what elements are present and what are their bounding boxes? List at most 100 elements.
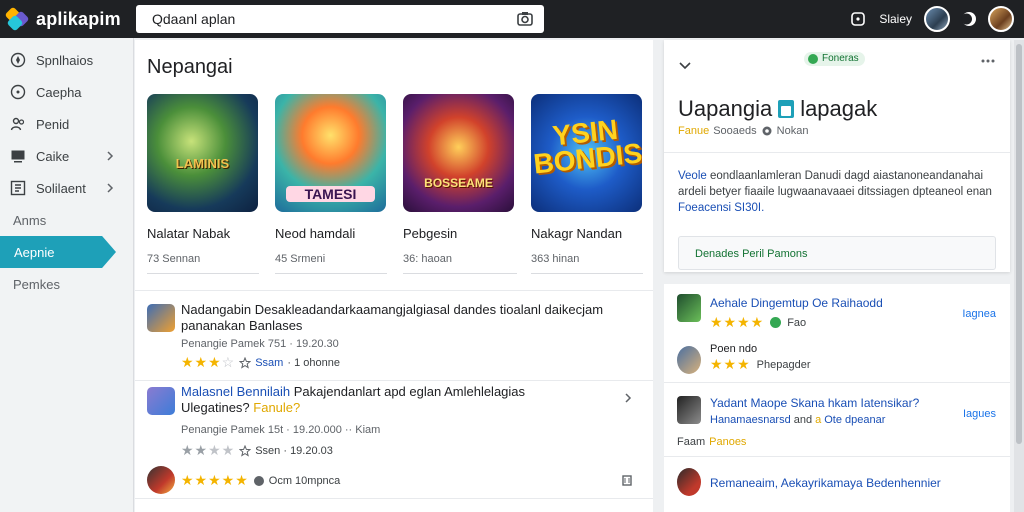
app-card-name[interactable]: Nakagr Nandan: [531, 226, 643, 241]
more-options-icon[interactable]: [980, 58, 996, 64]
rating-stars: ★★★★: [181, 442, 235, 459]
signin-link[interactable]: Slaiey: [879, 12, 912, 26]
list-item-icon: [147, 466, 175, 494]
review-title[interactable]: Remaneaim, Aekayrikamaya Bedenhennier: [710, 476, 1000, 490]
app-card-name[interactable]: Nalatar Nabak: [147, 226, 259, 241]
sidebar-item-label: Solilaent: [36, 180, 86, 196]
scrollbar-thumb[interactable]: [1016, 44, 1022, 444]
app-thumbnail[interactable]: BOSSEAME: [403, 94, 514, 212]
review-action-link[interactable]: Iagues: [963, 408, 996, 420]
star-outline-icon: [239, 444, 252, 457]
settings-icon: [762, 126, 772, 136]
rating-stars: ★★★: [710, 356, 751, 372]
rating-stars: ★★★★: [710, 314, 765, 330]
search-value[interactable]: Qdaanl aplan: [152, 11, 516, 27]
sidebar-item-active[interactable]: Aepnie: [0, 236, 116, 268]
app-logo[interactable]: aplikapim: [4, 6, 124, 32]
review-title[interactable]: Poen ndo: [710, 342, 960, 356]
search-input[interactable]: Qdaanl aplan: [136, 5, 544, 33]
app-mark-icon: [778, 100, 795, 118]
sidebar-item-apps[interactable]: Anms: [0, 204, 133, 236]
monitor-icon: [11, 150, 25, 163]
review-item[interactable]: Aehale Dingemtup Oe Raihaodd ★★★★ Fao Ia…: [664, 294, 1010, 338]
user-avatar[interactable]: [988, 6, 1014, 32]
list-item[interactable]: Malasnel Bennilaih Pakajendanlart apd eg…: [147, 384, 647, 462]
app-card-name[interactable]: Pebgesin: [403, 226, 517, 241]
thumbnail-text: LAMINIS: [175, 156, 230, 171]
list-item[interactable]: Nadangabin Desakleadandarkaamangjalgiasa…: [147, 302, 647, 382]
review-avatar: [677, 468, 701, 496]
sidebar-item-people[interactable]: Penid: [0, 108, 133, 140]
title-text: lapagak: [800, 96, 878, 121]
detail-panel: Foneras Uapangia lapagak Fanue Sooaeds N…: [664, 40, 1010, 272]
list-item-rating: ★★★★ Ssen · 19.20.03: [181, 442, 333, 459]
stars-filled: ★★: [181, 442, 209, 458]
stars-filled: ★★★: [181, 354, 222, 370]
list-item-icon: [147, 387, 175, 415]
status-badge: Foneras: [804, 52, 865, 66]
app-thumbnail[interactable]: LAMINIS: [147, 94, 258, 212]
list-item-meta: Penangie Pamek 15t · 19.20.000 ·· Kiam: [181, 424, 381, 436]
sidebar-item-solutions[interactable]: Solilaent: [0, 172, 133, 204]
avatar[interactable]: [924, 6, 950, 32]
chevron-right-icon: [107, 183, 114, 193]
detail-action-box[interactable]: Denades Peril Pamons: [678, 236, 996, 270]
app-card[interactable]: BOSSEAME Pebgesin 36: haoan: [403, 94, 517, 274]
review-meta-tag: Panoes: [709, 436, 747, 448]
theme-toggle-icon[interactable]: [960, 10, 978, 28]
review-title[interactable]: Yadant Maope Skana hkam Iatensikar?: [710, 396, 960, 410]
sidebar-item-explore[interactable]: Spnlhaios: [0, 44, 133, 76]
description-highlight: Foeacensi SI30I.: [678, 202, 765, 214]
subtitle-tag: Fanue: [678, 125, 710, 137]
scrollbar[interactable]: [1014, 40, 1024, 512]
sidebar: Spnlhaios Caepha Penid Caike Solilaent A…: [0, 38, 134, 512]
list-item-title[interactable]: Nadangabin Desakleadandarkaamangjalgiasa…: [181, 302, 631, 334]
app-card-name[interactable]: Neod hamdali: [275, 226, 387, 241]
review-avatar: [677, 294, 701, 322]
list-item-author[interactable]: Ssam: [255, 357, 283, 369]
list-item-title[interactable]: Malasnel Bennilaih Pakajendanlart apd eg…: [181, 384, 631, 416]
verified-icon: [770, 317, 782, 328]
list-item-date: Ocm 10mpnca: [268, 474, 341, 487]
app-card-meta: 73 Sennan: [147, 253, 259, 274]
review-sub-text: and: [793, 414, 813, 426]
stars-empty: ☆: [221, 354, 236, 370]
app-thumbnail[interactable]: TAMESI: [275, 94, 386, 212]
list-item-title-line: Ulegatines? Fanule?: [181, 400, 631, 416]
list-item-meta: Penangie Pamek 751 · 19.20.30: [181, 338, 339, 350]
app-card[interactable]: YSIN BONDIS Nakagr Nandan 363 hinan: [531, 94, 643, 274]
review-item[interactable]: Poen ndo ★★★ Phepagder: [664, 340, 1010, 384]
notification-icon[interactable]: [849, 10, 867, 28]
header-actions: Slaiey: [849, 4, 1018, 34]
camera-search-icon[interactable]: [516, 10, 534, 28]
app-card[interactable]: LAMINIS Nalatar Nabak 73 Sennan: [147, 94, 259, 274]
chevron-down-icon[interactable]: [678, 60, 692, 72]
sidebar-item-category[interactable]: Caepha: [0, 76, 133, 108]
sidebar-item-devices[interactable]: Caike: [0, 140, 133, 172]
app-card[interactable]: TAMESI Neod hamdali 45 Srmeni: [275, 94, 387, 274]
review-action-link[interactable]: Iagnea: [962, 308, 996, 320]
badge-label: Foneras: [822, 53, 859, 64]
review-item[interactable]: Yadant Maope Skana hkam Iatensikar? Hana…: [664, 392, 1010, 456]
description-highlight: Veole: [678, 170, 707, 182]
app-thumbnail[interactable]: YSIN BONDIS: [531, 94, 642, 212]
main-panel: Nepangai LAMINIS Nalatar Nabak 73 Sennan…: [135, 40, 653, 512]
list-separator: [135, 498, 653, 499]
review-item[interactable]: Remaneaim, Aekayrikamaya Bedenhennier: [664, 468, 1010, 498]
list-item[interactable]: ★★★★★ Ocm 10mpnca: [147, 466, 647, 496]
sidebar-item-label: Caike: [36, 148, 70, 164]
title-text: Pakajendanlart apd eglan Amlehlelagias: [293, 384, 526, 399]
title-highlight: Malasnel Bennilaih: [181, 384, 291, 399]
chevron-right-icon[interactable]: [623, 392, 633, 404]
list-item-rating: ★★★★★ Ocm 10mpnca: [181, 472, 340, 489]
sidebar-item-books[interactable]: Pemkes: [0, 268, 133, 300]
rating-stars: ★★★★★: [181, 472, 249, 488]
subtitle-text: Nokan: [776, 125, 809, 137]
review-title[interactable]: Aehale Dingemtup Oe Raihaodd: [710, 296, 960, 310]
delete-icon[interactable]: [621, 474, 633, 486]
logo-mark-icon: [4, 6, 30, 32]
review-meta: Faam Panoes: [677, 436, 746, 448]
people-icon: [10, 117, 25, 131]
thumbnail-text: BOSSEAME: [424, 176, 493, 190]
stars-empty: ★★: [208, 442, 236, 458]
